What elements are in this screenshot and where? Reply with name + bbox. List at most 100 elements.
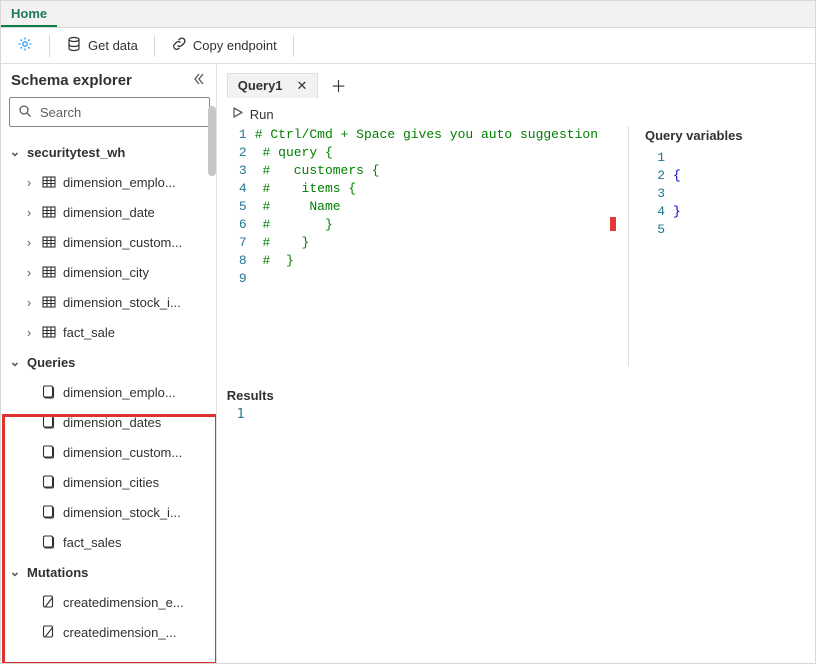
editor-cursor [610,217,616,231]
document-icon [41,444,57,460]
get-data-button[interactable]: Get data [56,32,148,59]
close-icon[interactable]: ✕ [297,78,308,94]
run-label: Run [250,107,274,122]
chevron-right-icon: › [23,235,35,250]
results-pane: Results 1 [227,384,815,422]
variables-code[interactable]: { } [673,149,681,239]
tree-item-label: dimension_cities [63,475,159,490]
tree-query-item[interactable]: dimension_dates [9,407,210,437]
tree-item-label: dimension_custom... [63,235,182,250]
schema-tree: ⌄ securitytest_wh › dimension_emplo... › di… [9,137,210,647]
scrollbar-thumb[interactable] [208,106,216,176]
variables-editor[interactable]: 12345 { } [645,149,815,239]
tree-table-item[interactable]: › fact_sale [9,317,210,347]
tree-item-label: dimension_date [63,205,155,220]
toolbar-separator [293,35,294,57]
document-icon [41,594,57,610]
main-area: Query1 ✕ ＋ Run 123456789 # Ctrl/Cmd + Sp… [217,64,815,663]
get-data-label: Get data [88,38,138,53]
editor-gutter: 123456789 [227,126,255,366]
tree-table-item[interactable]: › dimension_emplo... [9,167,210,197]
chevron-down-icon: ⌄ [9,144,21,160]
copy-endpoint-label: Copy endpoint [193,38,277,53]
run-button[interactable]: Run [231,106,274,122]
tree-mutation-item[interactable]: createdimension_e... [9,587,210,617]
tree-item-label: fact_sale [63,325,115,340]
tree-item-label: dimension_emplo... [63,175,176,190]
query-tabstrip: Query1 ✕ ＋ [227,70,815,100]
tree-table-item[interactable]: › dimension_stock_i... [9,287,210,317]
table-icon [41,294,57,310]
tree-item-label: dimension_dates [63,415,161,430]
document-icon [41,414,57,430]
tree-query-item[interactable]: dimension_cities [9,467,210,497]
tree-item-label: fact_sales [63,535,122,550]
table-icon [41,324,57,340]
document-icon [41,624,57,640]
toolbar-separator [49,35,50,57]
tree-query-item[interactable]: dimension_emplo... [9,377,210,407]
query-variables-pane: Query variables 12345 { } [645,126,815,366]
link-icon [171,36,187,55]
query-tab[interactable]: Query1 ✕ [227,73,319,98]
copy-endpoint-button[interactable]: Copy endpoint [161,32,287,59]
editor-code[interactable]: # Ctrl/Cmd + Space gives you auto sugges… [255,126,598,366]
tree-item-label: dimension_emplo... [63,385,176,400]
tree-query-item[interactable]: dimension_custom... [9,437,210,467]
queries-section[interactable]: ⌄ Queries [9,347,210,377]
tree-table-item[interactable]: › dimension_custom... [9,227,210,257]
toolbar: Get data Copy endpoint [1,28,815,64]
database-icon [66,36,82,55]
ribbon-tabs: Home [1,1,815,28]
document-icon [41,474,57,490]
chevron-right-icon: › [23,205,35,220]
table-icon [41,234,57,250]
tree-table-item[interactable]: › dimension_date [9,197,210,227]
tree-item-label: dimension_custom... [63,445,182,460]
search-input[interactable] [38,104,217,121]
search-icon [18,104,32,121]
tree-item-label: dimension_stock_i... [63,295,181,310]
document-icon [41,534,57,550]
chevron-down-icon: ⌄ [9,564,21,580]
query-editor[interactable]: 123456789 # Ctrl/Cmd + Space gives you a… [227,126,598,366]
add-tab-button[interactable]: ＋ [324,69,352,101]
chevron-right-icon: › [23,325,35,340]
gear-icon [17,36,33,55]
tree-mutation-item[interactable]: createdimension_... [9,617,210,647]
tab-home[interactable]: Home [1,2,57,27]
query-variables-title: Query variables [645,126,815,149]
results-title: Results [227,384,815,407]
mutations-section[interactable]: ⌄ Mutations [9,557,210,587]
table-icon [41,204,57,220]
root-label: securitytest_wh [27,145,125,160]
table-icon [41,264,57,280]
queries-section-label: Queries [27,355,75,370]
pane-divider[interactable] [628,126,629,366]
tree-root[interactable]: ⌄ securitytest_wh [9,137,210,167]
tree-item-label: dimension_city [63,265,149,280]
schema-explorer-panel: Schema explorer ⌄ securitytest_wh › dimen… [1,64,217,663]
schema-explorer-title: Schema explorer [11,72,132,89]
settings-button[interactable] [7,32,43,59]
document-icon [41,504,57,520]
tree-table-item[interactable]: › dimension_city [9,257,210,287]
tree-query-item[interactable]: dimension_stock_i... [9,497,210,527]
query-tab-label: Query1 [238,78,283,93]
results-line: 1 [227,407,815,422]
collapse-panel-button[interactable] [192,72,206,89]
chevron-down-icon: ⌄ [9,354,21,370]
tree-item-label: createdimension_... [63,625,176,640]
tree-query-item[interactable]: fact_sales [9,527,210,557]
mutations-section-label: Mutations [27,565,88,580]
chevron-right-icon: › [23,295,35,310]
chevron-right-icon: › [23,175,35,190]
chevron-right-icon: › [23,265,35,280]
document-icon [41,384,57,400]
variables-gutter: 12345 [645,149,673,239]
table-icon [41,174,57,190]
tree-item-label: createdimension_e... [63,595,184,610]
search-box[interactable] [9,97,210,127]
tree-item-label: dimension_stock_i... [63,505,181,520]
toolbar-separator [154,35,155,57]
